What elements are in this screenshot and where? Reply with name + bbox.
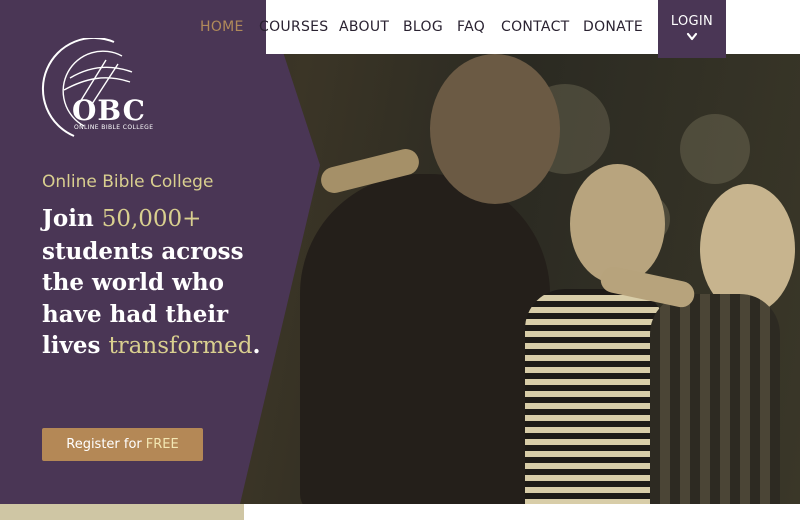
nav-donate[interactable]: DONATE (583, 19, 643, 35)
photo-person-woman-head (570, 164, 665, 284)
login-label: LOGIN (670, 14, 714, 29)
nav-home[interactable]: HOME (200, 19, 244, 35)
register-free-button[interactable]: Register for FREE (42, 428, 203, 461)
obc-logo[interactable]: OBC ONLINE BIBLE COLLEGE (40, 38, 160, 138)
photo-person-woman (525, 289, 665, 504)
photo-person-man (300, 174, 550, 504)
nav-contact[interactable]: CONTACT (501, 19, 570, 35)
nav-courses[interactable]: COURSES (259, 19, 329, 35)
register-free-label: FREE (145, 437, 179, 452)
register-label: Register for (66, 437, 142, 452)
logo-letters: OBC (72, 94, 146, 127)
nav-faq[interactable]: FAQ (457, 19, 485, 35)
nav-about[interactable]: ABOUT (339, 19, 389, 35)
headline-student-count: 50,000+ (101, 206, 202, 232)
bottom-strip-accent (0, 504, 244, 520)
headline-accent-word: transformed (108, 333, 253, 359)
login-button[interactable]: LOGIN (658, 0, 726, 58)
photo-bokeh (680, 114, 750, 184)
nav-blog[interactable]: BLOG (403, 19, 443, 35)
hero-eyebrow: Online Bible College (42, 172, 214, 192)
photo-person-older-man (650, 294, 780, 504)
hero-headline: Join 50,000+ students across the world w… (42, 203, 282, 363)
headline-part1: Join (42, 205, 102, 232)
headline-end: . (252, 332, 261, 359)
logo-tagline: ONLINE BIBLE COLLEGE (74, 124, 154, 131)
chevron-down-icon (658, 31, 726, 46)
photo-person-man-head (430, 54, 560, 204)
